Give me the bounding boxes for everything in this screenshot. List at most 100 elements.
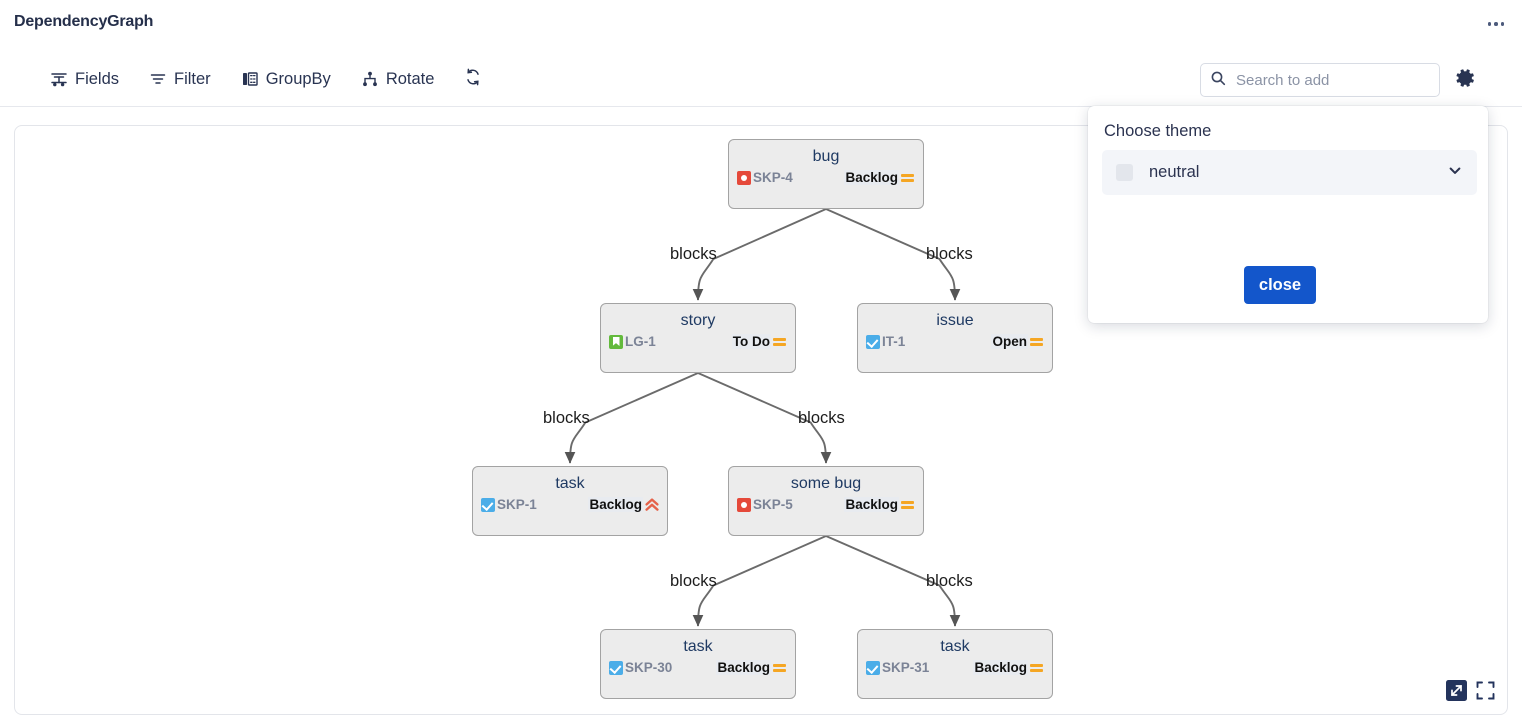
node-key-label: SKP-5 bbox=[753, 497, 793, 512]
groupby-button-label: GroupBy bbox=[265, 69, 331, 88]
story-type-icon bbox=[609, 334, 623, 349]
graph-node-lg-1[interactable]: story LG-1 To Do bbox=[600, 303, 796, 373]
node-key[interactable]: SKP-30 bbox=[609, 660, 672, 675]
app-header: DependencyGraph bbox=[0, 0, 1522, 48]
node-status: Open bbox=[991, 334, 1044, 349]
node-status: Backlog bbox=[844, 497, 915, 512]
node-key[interactable]: SKP-31 bbox=[866, 660, 929, 675]
bug-type-icon bbox=[737, 497, 751, 512]
node-key-label: IT-1 bbox=[882, 334, 906, 349]
node-key[interactable]: SKP-4 bbox=[737, 170, 793, 185]
kebab-menu-icon[interactable] bbox=[1484, 14, 1508, 34]
popover-title: Choose theme bbox=[1104, 122, 1212, 140]
bug-type-icon bbox=[737, 170, 751, 185]
graph-node-skp-4[interactable]: bug SKP-4 Backlog bbox=[728, 139, 924, 209]
priority-medium-icon bbox=[772, 334, 787, 349]
priority-highest-icon bbox=[644, 497, 659, 512]
expand-icon[interactable] bbox=[1446, 680, 1467, 706]
theme-popover: Choose theme neutral close bbox=[1088, 106, 1488, 323]
edge-label: blocks bbox=[543, 409, 590, 427]
node-key[interactable]: LG-1 bbox=[609, 334, 656, 349]
status-badge: Backlog bbox=[973, 660, 1028, 675]
filter-button-label: Filter bbox=[174, 69, 211, 88]
task-type-icon bbox=[866, 660, 880, 675]
graph-node-skp-31[interactable]: task SKP-31 Backlog bbox=[857, 629, 1053, 699]
graph-edge bbox=[692, 208, 827, 301]
node-title: task bbox=[940, 638, 970, 655]
node-meta: IT-1 Open bbox=[858, 330, 1052, 349]
node-key-label: LG-1 bbox=[625, 334, 656, 349]
gear-icon bbox=[1454, 67, 1476, 94]
edge-label: blocks bbox=[670, 572, 717, 590]
node-key[interactable]: SKP-5 bbox=[737, 497, 793, 512]
graph-node-skp-1[interactable]: task SKP-1 Backlog bbox=[472, 466, 668, 536]
page-title: DependencyGraph bbox=[14, 13, 154, 30]
graph-node-skp-30[interactable]: task SKP-30 Backlog bbox=[600, 629, 796, 699]
node-status: To Do bbox=[731, 334, 787, 349]
status-badge: Open bbox=[991, 334, 1028, 349]
priority-medium-icon bbox=[900, 170, 915, 185]
edge-label: blocks bbox=[926, 572, 973, 590]
node-key-label: SKP-1 bbox=[497, 497, 537, 512]
edge-label: blocks bbox=[926, 245, 973, 263]
edge-label: blocks bbox=[798, 409, 845, 427]
status-badge: To Do bbox=[731, 334, 771, 349]
priority-medium-icon bbox=[772, 660, 787, 675]
close-button[interactable]: close bbox=[1244, 266, 1316, 304]
fields-button-label: Fields bbox=[75, 69, 120, 88]
graph-edge bbox=[692, 535, 827, 627]
status-badge: Backlog bbox=[588, 497, 643, 512]
node-title: story bbox=[680, 312, 716, 329]
node-meta: LG-1 To Do bbox=[601, 330, 795, 349]
node-key[interactable]: IT-1 bbox=[866, 334, 905, 349]
search-icon bbox=[1210, 70, 1226, 91]
fields-button[interactable]: Fields bbox=[40, 66, 129, 93]
node-key-label: SKP-4 bbox=[753, 170, 793, 185]
node-meta: SKP-30 Backlog bbox=[601, 656, 795, 675]
fullscreen-icon[interactable] bbox=[1475, 680, 1496, 706]
node-title: issue bbox=[936, 312, 974, 329]
kebab-dot bbox=[1487, 22, 1492, 26]
priority-medium-icon bbox=[1029, 660, 1044, 675]
status-badge: Backlog bbox=[844, 170, 899, 185]
node-status: Backlog bbox=[973, 660, 1044, 675]
theme-swatch bbox=[1116, 164, 1133, 181]
search-input[interactable] bbox=[1234, 70, 1430, 90]
rotate-button[interactable]: Rotate bbox=[351, 66, 445, 93]
node-status: Backlog bbox=[844, 170, 915, 185]
groupby-icon bbox=[241, 70, 259, 88]
priority-medium-icon bbox=[900, 497, 915, 512]
groupby-button[interactable]: GroupBy bbox=[231, 66, 341, 93]
graph-node-it-1[interactable]: issue IT-1 Open bbox=[857, 303, 1053, 373]
node-meta: SKP-5 Backlog bbox=[729, 493, 923, 512]
rotate-button-label: Rotate bbox=[385, 69, 435, 88]
node-title: task bbox=[555, 475, 585, 492]
node-title: task bbox=[683, 638, 713, 655]
search-box[interactable] bbox=[1200, 63, 1440, 97]
canvas-controls bbox=[1446, 680, 1496, 706]
chevron-down-icon bbox=[1447, 162, 1463, 183]
node-status: Backlog bbox=[716, 660, 787, 675]
priority-medium-icon bbox=[1029, 334, 1044, 349]
task-type-icon bbox=[609, 660, 623, 675]
fields-icon bbox=[50, 70, 68, 88]
node-key[interactable]: SKP-1 bbox=[481, 497, 537, 512]
node-status: Backlog bbox=[588, 497, 659, 512]
filter-button[interactable]: Filter bbox=[139, 66, 221, 93]
kebab-dot bbox=[1500, 22, 1505, 26]
toolbar-actions: Fields Filter GroupBy Rotate bbox=[40, 52, 488, 106]
node-meta: SKP-31 Backlog bbox=[858, 656, 1052, 675]
theme-selected-value: neutral bbox=[1149, 163, 1200, 181]
node-meta: SKP-1 Backlog bbox=[473, 493, 667, 512]
kebab-dot bbox=[1494, 22, 1498, 26]
settings-button[interactable] bbox=[1448, 63, 1482, 97]
node-title: bug bbox=[812, 148, 840, 165]
dependency-graph-app: DependencyGraph Fields Filter GroupBy Ro… bbox=[0, 0, 1522, 726]
status-badge: Backlog bbox=[844, 497, 899, 512]
refresh-button[interactable] bbox=[458, 64, 488, 94]
task-type-icon bbox=[866, 334, 880, 349]
graph-node-skp-5[interactable]: some bug SKP-5 Backlog bbox=[728, 466, 924, 536]
filter-icon bbox=[149, 70, 167, 88]
toolbar: Fields Filter GroupBy Rotate Search to a… bbox=[0, 52, 1522, 106]
theme-select[interactable]: neutral bbox=[1102, 150, 1477, 195]
